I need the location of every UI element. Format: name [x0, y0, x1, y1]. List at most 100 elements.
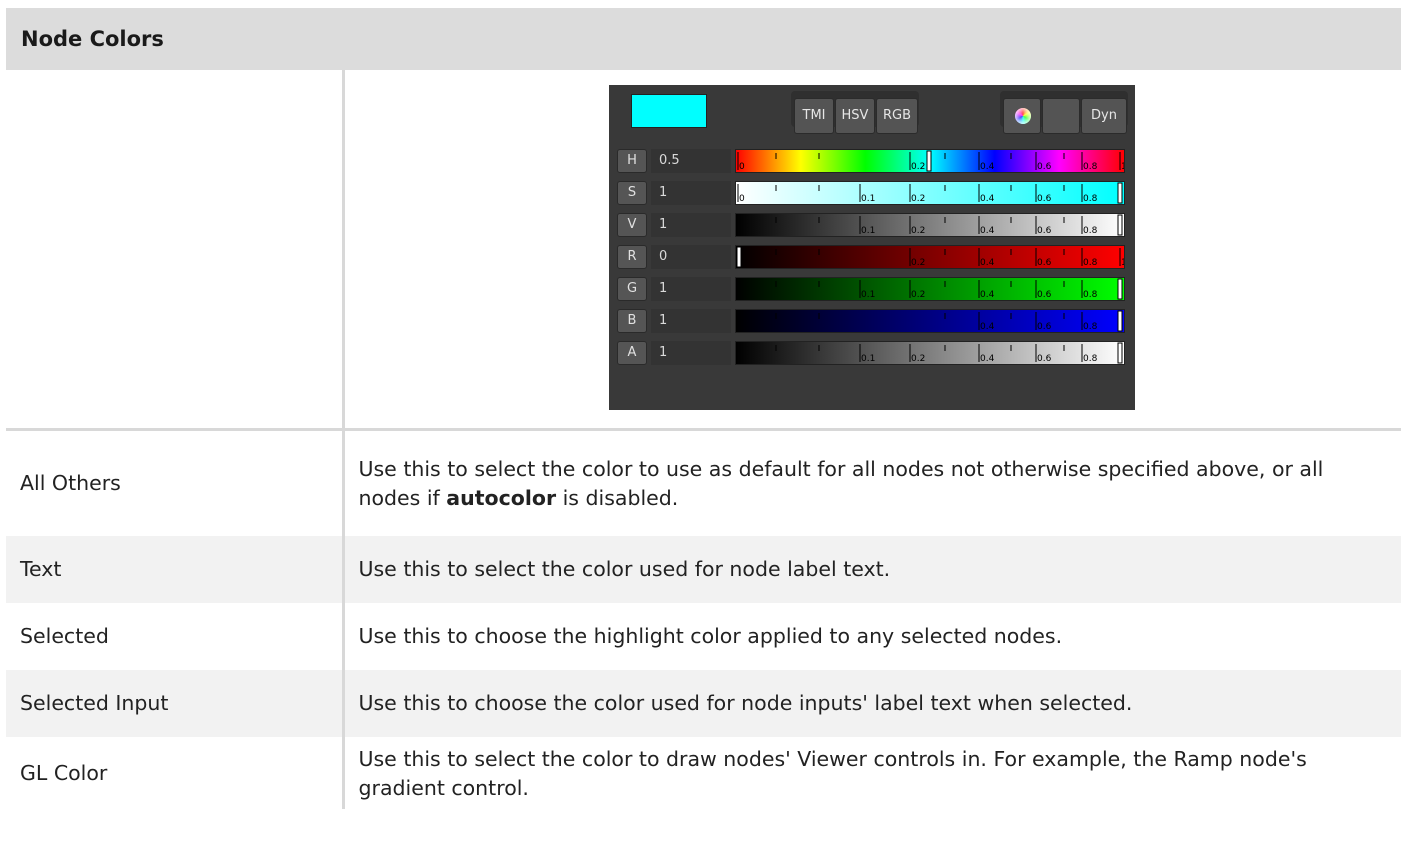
- channel-slider[interactable]: 0.4 0.6 0.8: [735, 309, 1125, 333]
- tick-label: 0.1: [861, 290, 875, 300]
- row-description: Use this to select the color to use as d…: [341, 429, 1401, 536]
- swatch-palette-button[interactable]: [1042, 98, 1108, 134]
- color-wheel-button[interactable]: [1003, 98, 1041, 134]
- tick-label: 0.1: [861, 194, 875, 204]
- dynamic-toggle-button[interactable]: Dyn: [1081, 98, 1127, 134]
- desc-bold-term: autocolor: [446, 485, 557, 510]
- rgb-mode-button[interactable]: RGB: [876, 98, 918, 134]
- current-color-swatch[interactable]: [631, 94, 707, 128]
- tick-label: 0.2: [911, 258, 925, 268]
- tick-label: 0.4: [980, 322, 995, 332]
- tick-label: 0.8: [1083, 258, 1098, 268]
- channel-button-s[interactable]: S: [617, 181, 647, 205]
- slider-ticks: 0.4 0.6 0.8: [775, 310, 1123, 332]
- channel-slider[interactable]: 0.1 0.2 0.4 0.6 0.8: [735, 213, 1125, 237]
- channel-button-a[interactable]: A: [617, 341, 647, 365]
- tick-label: 0.6: [1037, 290, 1052, 300]
- tick-label: 0.6: [1037, 354, 1052, 364]
- channel-row-g: G 1 0.1 0.2 0.4 0.6 0.8: [617, 277, 1127, 301]
- tick-label: 0.6: [1037, 194, 1052, 204]
- tick-label: 1: [1121, 162, 1124, 172]
- slider-handle: [1117, 310, 1123, 332]
- tick-label: 0.8: [1083, 194, 1098, 204]
- channel-value-field[interactable]: 1: [651, 213, 731, 237]
- tick-label: 0.2: [911, 354, 925, 364]
- tick-label: 1: [1121, 258, 1124, 268]
- channel-value-field[interactable]: 1: [651, 341, 731, 365]
- slider-ticks: 0.1 0.2 0.4 0.6 0.8: [775, 278, 1123, 300]
- tick-label: 0.1: [861, 354, 875, 364]
- tick-label: 0.2: [911, 290, 925, 300]
- tick-label: 0.8: [1083, 322, 1098, 332]
- table-row: Text Use this to select the color used f…: [6, 536, 1401, 603]
- table-header-row: Node Colors: [6, 8, 1401, 70]
- slider-ticks: 0 0.2 0.4 0.6 0.8 1: [737, 150, 1124, 172]
- channel-row-h: H0.5 0 0.2 0.4 0.6 0.8 1: [617, 149, 1127, 173]
- channel-row-v: V 1 0.1 0.2 0.4 0.6 0.8: [617, 213, 1127, 237]
- channel-row-s: S 1 0 0.1 0.2 0.4 0.6 0.8: [617, 181, 1127, 205]
- tick-label: 0.6: [1037, 162, 1052, 172]
- tick-label: 0.4: [980, 194, 995, 204]
- channel-slider[interactable]: 0.2 0.4 0.6 0.8 1: [735, 245, 1125, 269]
- table-header: Node Colors: [6, 8, 1401, 70]
- row-name: GL Color: [6, 737, 343, 809]
- tick-label: 0: [739, 194, 745, 204]
- color-wheel-icon: [1015, 108, 1031, 124]
- hsv-mode-button[interactable]: HSV: [835, 98, 875, 134]
- table-row: Selected Input Use this to choose the co…: [6, 670, 1401, 737]
- channel-slider[interactable]: 0.1 0.2 0.4 0.6 0.8: [735, 277, 1125, 301]
- channel-slider[interactable]: 0 0.2 0.4 0.6 0.8 1: [735, 149, 1125, 173]
- channel-row-r: R0 0.2 0.4 0.6 0.8 1: [617, 245, 1127, 269]
- channel-slider[interactable]: 0.1 0.2 0.4 0.6 0.8: [735, 341, 1125, 365]
- tick-label: 0.6: [1037, 226, 1052, 236]
- table-row: Selected Use this to choose the highligh…: [6, 603, 1401, 670]
- channel-value-field[interactable]: 1: [651, 277, 731, 301]
- channel-row-b: B 1 0.4 0.6 0.8: [617, 309, 1127, 333]
- channel-button-r[interactable]: R: [617, 245, 647, 269]
- slider-ticks: 0.1 0.2 0.4 0.6 0.8: [775, 214, 1123, 236]
- slider-ticks: 0.2 0.4 0.6 0.8 1: [736, 246, 1124, 268]
- channel-button-h[interactable]: H: [617, 149, 647, 173]
- channel-value-field[interactable]: 0: [651, 245, 731, 269]
- tick-label: 0.2: [911, 194, 925, 204]
- tick-label: 0: [739, 162, 745, 172]
- channel-value-field[interactable]: 1: [651, 309, 731, 333]
- tick-label: 0.1: [861, 226, 875, 236]
- empty-cell: [6, 70, 345, 431]
- tick-label: 0.4: [980, 226, 995, 236]
- row-description: Use this to select the color to draw nod…: [341, 737, 1401, 809]
- channel-value-field[interactable]: 1: [651, 181, 731, 205]
- mode-button-group: TMI HSV RGB: [791, 91, 919, 134]
- row-name: Text: [6, 536, 343, 603]
- table-row: GL Color Use this to select the color to…: [6, 737, 1401, 809]
- channel-slider[interactable]: 0 0.1 0.2 0.4 0.6 0.8: [735, 181, 1125, 205]
- channel-button-g[interactable]: G: [617, 277, 647, 301]
- slider-handle: [926, 150, 932, 172]
- row-description: Use this to select the color used for no…: [341, 536, 1401, 603]
- channel-button-v[interactable]: V: [617, 213, 647, 237]
- top-spacer: [0, 0, 1401, 8]
- tick-label: 0.4: [980, 162, 995, 172]
- tick-label: 0.6: [1037, 322, 1052, 332]
- tool-button-group: Dyn: [1000, 91, 1128, 134]
- page: Node Colors All Others Use this to selec…: [0, 0, 1401, 850]
- tick-label: 0.4: [980, 290, 995, 300]
- channel-button-b[interactable]: B: [617, 309, 647, 333]
- tick-label: 0.8: [1083, 290, 1098, 300]
- tick-label: 0.2: [911, 162, 925, 172]
- slider-handle: [736, 246, 742, 268]
- tick-label: 0.8: [1083, 226, 1098, 236]
- slider-handle: [1117, 182, 1123, 204]
- tick-label: 0.4: [980, 354, 995, 364]
- tick-label: 0.8: [1083, 354, 1098, 364]
- row-name: All Others: [6, 429, 343, 536]
- slider-handle: [1117, 278, 1123, 300]
- slider-ticks: 0.1 0.2 0.4 0.6 0.8: [775, 342, 1123, 364]
- tmi-mode-button[interactable]: TMI: [794, 98, 834, 134]
- tick-label: 0.6: [1037, 258, 1052, 268]
- slider-handle: [1117, 214, 1123, 236]
- tick-label: 0.8: [1083, 162, 1098, 172]
- row-description: Use this to choose the color used for no…: [341, 670, 1401, 737]
- channel-value-field[interactable]: 0.5: [651, 149, 731, 173]
- table-row: All Others Use this to select the color …: [6, 429, 1401, 536]
